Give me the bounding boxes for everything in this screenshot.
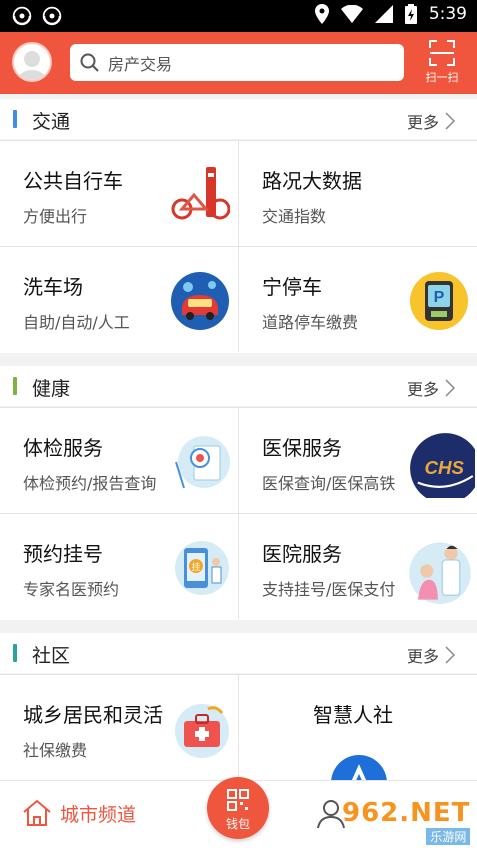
scan-icon <box>429 40 455 66</box>
section-header-health: 健康 更多 <box>0 366 477 406</box>
service-subtitle: 体检预约/报告查询 <box>23 474 157 493</box>
scan-button[interactable]: 扫一扫 <box>420 40 464 85</box>
section-header-community: 社区 更多 <box>0 633 477 673</box>
more-label: 更多 <box>406 113 439 132</box>
scan-label: 扫一扫 <box>425 71 459 84</box>
search-input[interactable]: 房产交易 <box>70 44 404 81</box>
status-bar: 5:39 <box>0 0 477 32</box>
service-title: 医院服务 <box>262 542 342 566</box>
service-traffic-data[interactable]: 路况大数据 交通指数 <box>238 140 477 246</box>
service-subtitle: 医保查询/医保高铁 <box>262 474 396 493</box>
registration-badge: 挂 <box>191 561 200 573</box>
service-car-wash[interactable]: 洗车场 自助/自动/人工 <box>0 246 238 352</box>
status-time: 5:39 <box>428 4 467 24</box>
service-smart-hr[interactable]: 智慧人社 <box>238 674 477 780</box>
service-subtitle: 道路停车缴费 <box>262 313 359 332</box>
service-subtitle: 专家名医预约 <box>23 580 120 599</box>
signal-icon <box>374 5 393 23</box>
section-accent-bar <box>13 110 17 128</box>
chevron-right-icon <box>445 112 455 130</box>
home-icon <box>23 799 51 826</box>
service-hospital[interactable]: 医院服务 支持挂号/医保支付 <box>238 513 477 619</box>
service-title: 预约挂号 <box>23 542 103 566</box>
nav-city-channel[interactable]: 城市频道 <box>22 799 136 827</box>
car-wash-icon <box>171 272 229 330</box>
avatar[interactable] <box>12 42 52 82</box>
service-title: 医保服务 <box>262 436 342 460</box>
parking-icon: P <box>410 272 468 330</box>
health-grid: 体检服务 体检预约/报告查询 医保服务 医保查询/医保高铁 CHS 预约挂号 专… <box>0 407 477 620</box>
wallet-button[interactable]: 钱包 <box>207 777 269 839</box>
service-title: 智慧人社 <box>313 703 393 727</box>
chs-logo-icon: CHS <box>410 433 475 498</box>
section-title: 社区 <box>32 645 71 667</box>
app-notification-icon <box>42 6 62 26</box>
more-link[interactable]: 更多 <box>407 643 455 667</box>
section-accent-bar <box>13 377 17 395</box>
traffic-grid: 公共自行车 方便出行 路况大数据 交通指数 洗车场 自助/自动/人工 宁停车 道… <box>0 140 477 353</box>
community-grid: 城乡居民和灵活 社保缴费 智慧人社 <box>0 674 477 780</box>
service-title: 洗车场 <box>23 275 83 299</box>
wifi-icon <box>340 5 363 23</box>
chs-logo-text: CHS <box>424 457 464 478</box>
section-header-traffic: 交通 更多 <box>0 99 477 139</box>
service-subtitle: 自助/自动/人工 <box>23 313 130 332</box>
registration-phone-icon: 挂 <box>175 541 229 595</box>
service-appointment[interactable]: 预约挂号 专家名医预约 挂 <box>0 513 238 619</box>
service-parking[interactable]: 宁停车 道路停车缴费 P <box>238 246 477 352</box>
more-label: 更多 <box>406 647 439 666</box>
section-title: 交通 <box>32 111 71 133</box>
search-icon <box>80 53 99 72</box>
chevron-right-icon <box>445 646 455 664</box>
section-title: 健康 <box>32 378 71 400</box>
chevron-right-icon <box>445 379 455 397</box>
wallet-label: 钱包 <box>225 817 250 831</box>
top-header: 房产交易 扫一扫 <box>0 32 477 94</box>
service-social-insurance[interactable]: 城乡居民和灵活 社保缴费 <box>0 674 238 780</box>
doctor-patient-icon <box>409 542 471 604</box>
medical-kit-icon <box>175 704 229 758</box>
battery-charging-icon <box>404 4 417 24</box>
section-accent-bar <box>13 644 17 662</box>
watermark-site-name: 乐游网 <box>426 828 471 845</box>
service-medical-insurance[interactable]: 医保服务 医保查询/医保高铁 CHS <box>238 407 477 513</box>
service-title: 体检服务 <box>23 436 103 460</box>
more-link[interactable]: 更多 <box>407 376 455 400</box>
service-subtitle: 支持挂号/医保支付 <box>262 580 396 599</box>
search-placeholder: 房产交易 <box>108 54 173 74</box>
bicycle-icon <box>171 167 230 220</box>
service-physical-exam[interactable]: 体检服务 体检预约/报告查询 <box>0 407 238 513</box>
watermark-logo-text: 962.NET <box>342 798 471 828</box>
nav-city-channel-label: 城市频道 <box>60 803 137 826</box>
service-title: 城乡居民和灵活 <box>23 703 163 727</box>
location-icon <box>314 4 329 24</box>
service-subtitle: 社保缴费 <box>23 741 88 760</box>
app-notification-icon <box>12 6 32 26</box>
service-title: 公共自行车 <box>23 169 123 193</box>
site-watermark: 962.NET 乐游网 <box>342 798 471 845</box>
parking-letter: P <box>434 289 445 306</box>
user-avatar-icon <box>17 51 47 80</box>
smart-hr-logo-icon <box>331 755 387 780</box>
exam-magnifier-icon <box>175 436 230 489</box>
qr-code-icon <box>227 789 249 811</box>
more-label: 更多 <box>406 380 439 399</box>
service-subtitle: 方便出行 <box>23 207 88 226</box>
service-public-bike[interactable]: 公共自行车 方便出行 <box>0 140 238 246</box>
more-link[interactable]: 更多 <box>407 109 455 133</box>
service-subtitle: 交通指数 <box>262 207 327 226</box>
service-title: 宁停车 <box>262 275 322 299</box>
service-title: 路况大数据 <box>262 169 362 193</box>
